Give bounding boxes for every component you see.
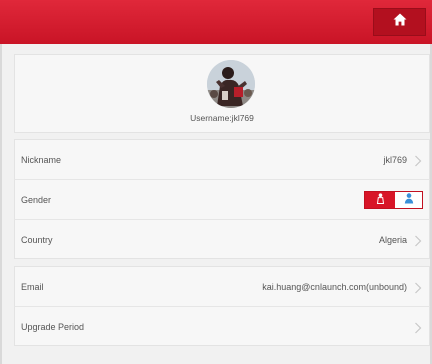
country-value: Algeria	[378, 235, 407, 245]
chevron-right-icon	[414, 321, 422, 334]
email-label: Email	[21, 282, 44, 292]
nickname-value: jkl769	[383, 155, 407, 165]
country-label: Country	[21, 235, 53, 245]
home-icon	[393, 13, 407, 31]
gender-male-option[interactable]	[395, 192, 422, 208]
home-button[interactable]	[373, 8, 426, 36]
nickname-row[interactable]: Nickname jkl769	[14, 139, 430, 179]
chevron-right-icon	[414, 154, 422, 167]
country-row[interactable]: Country Algeria	[14, 219, 430, 259]
female-icon	[376, 191, 385, 209]
male-icon	[404, 191, 414, 209]
email-value: kai.huang@cnlaunch.com(unbound)	[262, 282, 407, 292]
top-bar	[0, 0, 432, 44]
profile-card: Username:jkl769	[14, 54, 430, 133]
avatar[interactable]	[207, 60, 255, 108]
email-row[interactable]: Email kai.huang@cnlaunch.com(unbound)	[14, 266, 430, 306]
nickname-label: Nickname	[21, 155, 62, 165]
gender-row: Gender	[14, 179, 430, 219]
username-label: Username:jkl769	[190, 113, 254, 123]
chevron-right-icon	[414, 281, 422, 294]
profile-content: Username:jkl769 Nickname jkl769 Gender C…	[0, 44, 432, 364]
upgrade-period-label: Upgrade Period	[21, 322, 85, 332]
chevron-right-icon	[414, 234, 422, 247]
gender-toggle[interactable]	[364, 191, 423, 209]
gender-female-option[interactable]	[365, 192, 395, 208]
gender-label: Gender	[21, 195, 52, 205]
upgrade-period-row[interactable]: Upgrade Period	[14, 306, 430, 346]
